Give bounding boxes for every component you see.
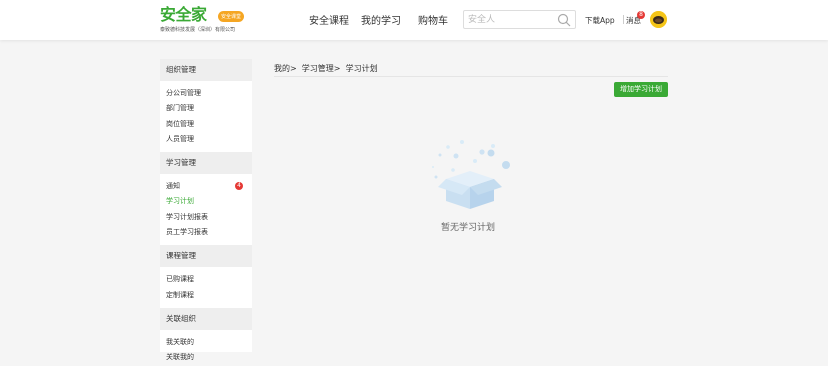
nav-cart[interactable]: 购物车 xyxy=(418,12,448,27)
sidebar-item-post-mgmt[interactable]: 岗位管理 xyxy=(160,117,252,132)
empty-box-icon xyxy=(432,140,510,209)
sidebar-item-linked-me[interactable]: 关联我的 xyxy=(160,350,252,365)
nav-my-learning[interactable]: 我的学习 xyxy=(361,12,401,27)
sidebar-item-my-links[interactable]: 我关联的 xyxy=(160,335,252,350)
sidebar: 组织管理 分公司管理 部门管理 岗位管理 人员管理 学习管理 通知 4 学习计划… xyxy=(160,59,252,361)
search-icon[interactable] xyxy=(557,13,571,27)
breadcrumb-sep: > xyxy=(290,64,297,73)
breadcrumb-my[interactable]: 我的 xyxy=(274,64,290,73)
sidebar-item-dept-mgmt[interactable]: 部门管理 xyxy=(160,101,252,116)
breadcrumb-divider xyxy=(274,76,668,77)
avatar-face-icon xyxy=(650,11,667,28)
search-box xyxy=(463,10,576,29)
sidebar-item-notice[interactable]: 通知 4 xyxy=(160,179,252,194)
avatar[interactable] xyxy=(650,11,667,28)
breadcrumb: 我的> 学习管理> 学习计划 xyxy=(274,63,378,74)
sidebar-item-purchased[interactable]: 已购课程 xyxy=(160,272,252,287)
sidebar-section-org: 组织管理 xyxy=(160,59,252,81)
empty-state-text: 暂无学习计划 xyxy=(440,223,495,233)
sidebar-item-staff-mgmt[interactable]: 人员管理 xyxy=(160,132,252,147)
search-input[interactable] xyxy=(468,13,548,26)
header-divider xyxy=(623,15,624,24)
sidebar-item-plan-report[interactable]: 学习计划报表 xyxy=(160,210,252,225)
logo-badge: 安全课堂 xyxy=(218,11,245,22)
top-header: 安全家 安全课堂 泰致德科技发展（深圳）有限公司 安全课程 我的学习 购物车 下… xyxy=(0,0,828,40)
sidebar-section-courses: 课程管理 xyxy=(160,245,252,268)
logo-subtitle: 泰致德科技发展（深圳）有限公司 xyxy=(160,27,236,33)
add-learning-plan-button[interactable]: 增加学习计划 xyxy=(614,82,668,97)
messages-count-badge: 8 xyxy=(637,11,645,19)
download-app-link[interactable]: 下载App xyxy=(585,15,615,26)
sidebar-section-learning: 学习管理 xyxy=(160,152,252,175)
sidebar-item-learning-plan[interactable]: 学习计划 xyxy=(160,194,252,209)
sidebar-section-linked: 关联组织 xyxy=(160,307,252,330)
sidebar-item-branch-mgmt[interactable]: 分公司管理 xyxy=(160,86,252,101)
breadcrumb-learning-mgmt[interactable]: 学习管理 xyxy=(302,64,334,73)
breadcrumb-learning-plan: 学习计划 xyxy=(345,64,378,73)
breadcrumb-sep: > xyxy=(333,64,341,73)
logo[interactable]: 安全家 安全课堂 泰致德科技发展（深圳）有限公司 xyxy=(160,6,245,33)
notice-count-badge: 4 xyxy=(235,182,243,191)
sidebar-item-custom[interactable]: 定制课程 xyxy=(160,288,252,303)
sidebar-item-staff-report[interactable]: 员工学习报表 xyxy=(160,225,252,240)
nav-safety-courses[interactable]: 安全课程 xyxy=(309,12,349,27)
sidebar-item-label: 通知 xyxy=(166,182,180,191)
